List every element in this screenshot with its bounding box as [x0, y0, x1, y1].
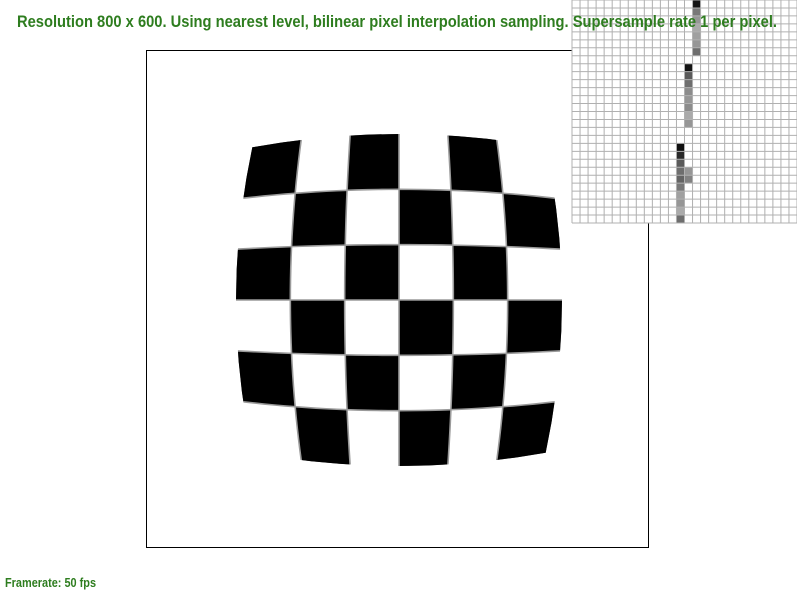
- checker-cell: [237, 192, 296, 250]
- checkerboard-mesh: [236, 134, 562, 466]
- zoom-pixel-sample: [684, 103, 693, 112]
- checker-cell: [291, 353, 348, 410]
- zoom-pixel-sample: [684, 119, 693, 128]
- checker-cell: [346, 134, 400, 191]
- zoom-pixel-sample: [692, 31, 701, 40]
- render-viewport[interactable]: [0, 0, 797, 599]
- checker-cell: [237, 350, 296, 408]
- checker-cell: [506, 299, 562, 354]
- checker-cell: [294, 135, 351, 194]
- checker-cell: [452, 299, 508, 356]
- checker-cell: [291, 190, 348, 247]
- checker-cell: [447, 135, 504, 194]
- zoom-pixel-sample: [684, 63, 693, 72]
- zoom-pixel-sample: [676, 167, 685, 176]
- checker-cell: [290, 244, 346, 301]
- checker-cell: [344, 244, 400, 301]
- checker-cell: [398, 299, 454, 356]
- zoom-pixel-sample: [692, 39, 701, 48]
- checker-cell: [502, 192, 561, 250]
- pixel-zoom-inset: [571, 0, 797, 224]
- zoom-pixel-sample: [684, 111, 693, 120]
- rasterizer-app-window[interactable]: Resolution 800 x 600. Using nearest leve…: [0, 0, 797, 599]
- zoom-pixel-sample: [676, 199, 685, 208]
- zoom-pixel-sample: [684, 175, 693, 184]
- checker-cell: [294, 406, 351, 465]
- checker-cell: [344, 189, 400, 246]
- checker-cell: [450, 190, 507, 247]
- checker-cell: [236, 299, 292, 354]
- zoom-pixel-sample: [692, 0, 701, 8]
- checker-cell: [398, 409, 452, 466]
- zoom-pixel-sample: [676, 143, 685, 152]
- checker-cell: [450, 353, 507, 410]
- zoom-pixel-sample: [684, 79, 693, 88]
- checker-cell: [398, 244, 454, 301]
- zoom-pixel-sample: [684, 167, 693, 176]
- framerate-readout: Framerate: 50 fps: [5, 575, 97, 590]
- zoom-pixel-sample: [676, 175, 685, 184]
- checker-cell: [398, 354, 454, 411]
- checker-cell: [344, 299, 400, 356]
- checker-cell: [506, 246, 562, 301]
- zoom-pixel-sample: [684, 87, 693, 96]
- checker-cell: [344, 354, 400, 411]
- zoom-pixel-sample: [676, 183, 685, 192]
- zoom-pixel-sample: [692, 47, 701, 56]
- zoom-pixel-sample: [676, 207, 685, 216]
- zoom-pixel-sample: [676, 159, 685, 168]
- zoom-pixel-sample: [684, 71, 693, 80]
- zoom-pixel-sample: [676, 151, 685, 160]
- checker-cell: [398, 134, 452, 191]
- checker-cell: [346, 409, 400, 466]
- status-line-text: Resolution 800 x 600. Using nearest leve…: [17, 12, 778, 31]
- checker-cell: [236, 246, 292, 301]
- checker-cell: [502, 350, 561, 408]
- checker-cell: [452, 244, 508, 301]
- zoom-pixel-sample: [676, 191, 685, 200]
- zoom-pixel-sample: [684, 95, 693, 104]
- checker-cell: [290, 299, 346, 356]
- zoom-pixel-sample: [676, 215, 685, 223]
- checker-cell: [398, 189, 454, 246]
- checker-cell: [447, 406, 504, 465]
